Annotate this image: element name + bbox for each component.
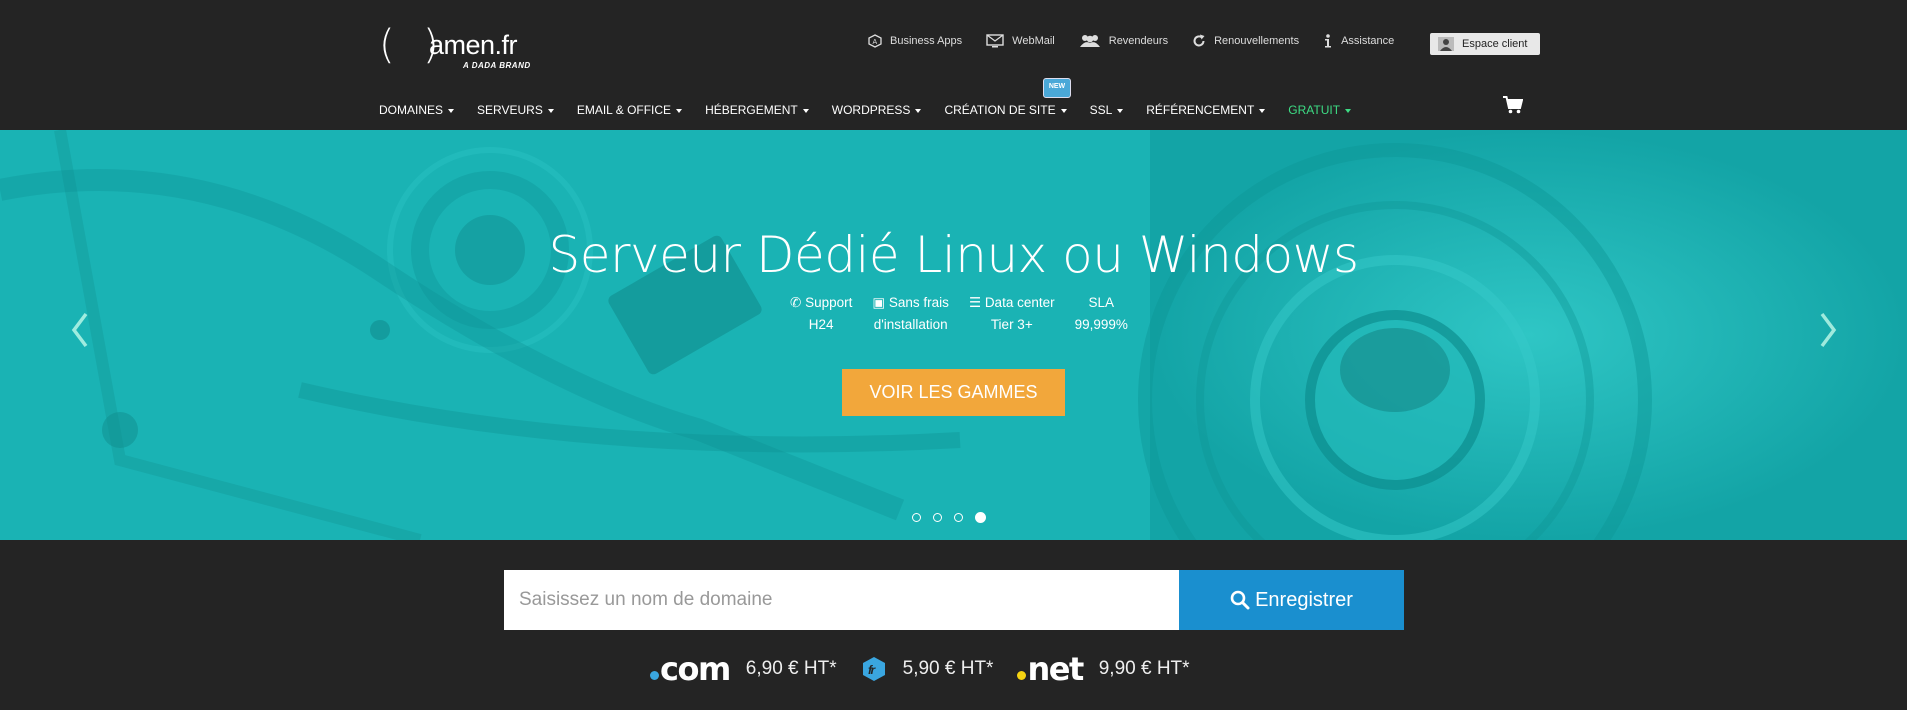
caret-down-icon: [448, 108, 455, 113]
tld-prices: com 6,90 € HT* fr 5,90 € HT* net 9,90 € …: [650, 650, 1214, 688]
caret-down-icon: [1345, 108, 1352, 113]
monitor-icon: [986, 34, 1004, 48]
dot-icon: [650, 670, 659, 680]
toplink-webmail[interactable]: WebMail: [986, 34, 1055, 48]
nav-wordpress[interactable]: WORDPRESS: [832, 103, 922, 117]
nav-serveurs[interactable]: SERVEURS: [477, 103, 554, 117]
caret-down-icon: [1259, 108, 1266, 113]
feature-line1: Support: [805, 295, 853, 310]
enregistrer-button[interactable]: Enregistrer: [1179, 570, 1404, 630]
nav-referencement[interactable]: RÉFÉRENCEMENT: [1146, 103, 1266, 117]
dot-icon: [1017, 670, 1027, 680]
feature-install: ▣ Sans frais d'installation: [872, 292, 949, 336]
nav-label: EMAIL & OFFICE: [576, 103, 672, 117]
hero-features: ✆ Support H24 ▣ Sans frais d'installatio…: [790, 292, 1148, 336]
svg-text:A: A: [873, 39, 878, 46]
voir-les-gammes-button[interactable]: VOIR LES GAMMES: [842, 369, 1065, 416]
toplink-revendeurs[interactable]: Revendeurs: [1079, 34, 1168, 48]
search-icon: [1230, 590, 1250, 610]
domain-search-input[interactable]: [504, 570, 1179, 630]
nav-label: DOMAINES: [379, 103, 444, 117]
apps-icon: A: [868, 34, 882, 48]
hero-title: Serveur Dédié Linux ou Windows: [548, 226, 1359, 284]
toplink-label: Renouvellements: [1214, 35, 1300, 47]
tld-net-price: 9,90 € HT*: [1098, 658, 1190, 679]
feature-line1: SLA: [1088, 295, 1115, 310]
toplink-label: Revendeurs: [1108, 35, 1169, 47]
nav-label: SSL: [1089, 103, 1113, 117]
espace-client-label: Espace client: [1462, 38, 1528, 50]
refresh-icon: [1193, 34, 1205, 47]
top-links: A Business Apps WebMail Revendeurs Renou…: [868, 34, 1418, 48]
enregistrer-label: Enregistrer: [1255, 588, 1353, 611]
nav-domaines[interactable]: DOMAINES: [379, 103, 455, 117]
carousel-dots: [912, 512, 998, 523]
logo-brand: A DADA BRAND: [463, 61, 531, 70]
database-icon: ☰: [968, 295, 982, 310]
tld-fr-price: 5,90 € HT*: [902, 658, 994, 679]
nav-creation-de-site[interactable]: CRÉATION DE SITE: [944, 103, 1067, 117]
money-icon: ▣: [872, 295, 886, 310]
feature-line2: H24: [808, 317, 834, 332]
nav-hebergement[interactable]: HÉBERGEMENT: [705, 103, 809, 117]
toplink-label: Assistance: [1341, 35, 1395, 47]
carousel-dot[interactable]: [933, 513, 942, 522]
tld-com-price: 6,90 € HT*: [745, 658, 837, 679]
carousel-dot[interactable]: [954, 513, 963, 522]
feature-line1: Data center: [984, 295, 1055, 310]
tld-com-logo: com: [650, 650, 731, 688]
toplink-label: Business Apps: [890, 35, 963, 47]
logo-word: amen.fr: [429, 30, 518, 60]
caret-down-icon: [802, 108, 809, 113]
nav-label: GRATUIT: [1288, 103, 1341, 117]
tld-fr-logo: fr: [861, 656, 887, 682]
caret-down-icon: [1117, 108, 1124, 113]
feature-line2: d'installation: [873, 317, 948, 332]
users-icon: [1079, 35, 1100, 47]
caret-down-icon: [676, 108, 683, 113]
caret-down-icon: [547, 108, 554, 113]
nav-label: SERVEURS: [477, 103, 543, 117]
header: ( ) amen.fr A DADA BRAND A Business Apps…: [0, 0, 1907, 130]
nav-email-office[interactable]: EMAIL & OFFICE: [576, 103, 683, 117]
toplink-business-apps[interactable]: A Business Apps: [868, 34, 962, 48]
nav-ssl[interactable]: SSL: [1090, 103, 1124, 117]
feature-line2: Tier 3+: [990, 317, 1033, 332]
feature-support: ✆ Support H24: [790, 292, 852, 336]
nav-gratuit[interactable]: GRATUIT: [1288, 103, 1352, 117]
toplink-label: WebMail: [1012, 35, 1055, 47]
feature-sla: SLA 99,999%: [1075, 292, 1128, 336]
nav-label: RÉFÉRENCEMENT: [1146, 103, 1255, 117]
toplink-assistance[interactable]: Assistance: [1323, 34, 1394, 48]
nav-label: HÉBERGEMENT: [705, 103, 798, 117]
feature-line1: Sans frais: [888, 295, 949, 310]
carousel-dot[interactable]: [912, 513, 921, 522]
main-nav: DOMAINES SERVEURS EMAIL & OFFICE HÉBERGE…: [379, 103, 1374, 117]
tld-net-logo: net: [1017, 650, 1084, 688]
carousel-dot-active[interactable]: [975, 512, 986, 523]
carousel-next-icon[interactable]: [1818, 310, 1838, 355]
caret-down-icon: [1060, 108, 1067, 113]
nav-label: WORDPRESS: [831, 103, 911, 117]
phone-icon: ✆: [790, 295, 802, 310]
espace-client-button[interactable]: Espace client: [1430, 33, 1540, 55]
caret-down-icon: [915, 108, 922, 113]
feature-line2: 99,999%: [1074, 317, 1128, 332]
amen-logo[interactable]: ( ) amen.fr A DADA BRAND: [379, 22, 539, 72]
new-badge: NEW: [1043, 78, 1071, 98]
toplink-renouvellements[interactable]: Renouvellements: [1192, 34, 1299, 48]
hero-carousel: Serveur Dédié Linux ou Windows ✆ Support…: [0, 130, 1907, 540]
feature-datacenter: ☰ Data center Tier 3+: [969, 292, 1055, 336]
carousel-prev-icon[interactable]: [70, 310, 90, 355]
domain-search: Enregistrer: [504, 570, 1404, 630]
nav-label: CRÉATION DE SITE: [944, 103, 1056, 117]
cart-icon[interactable]: [1503, 96, 1524, 119]
info-icon: [1325, 34, 1332, 48]
user-icon: [1438, 37, 1454, 51]
